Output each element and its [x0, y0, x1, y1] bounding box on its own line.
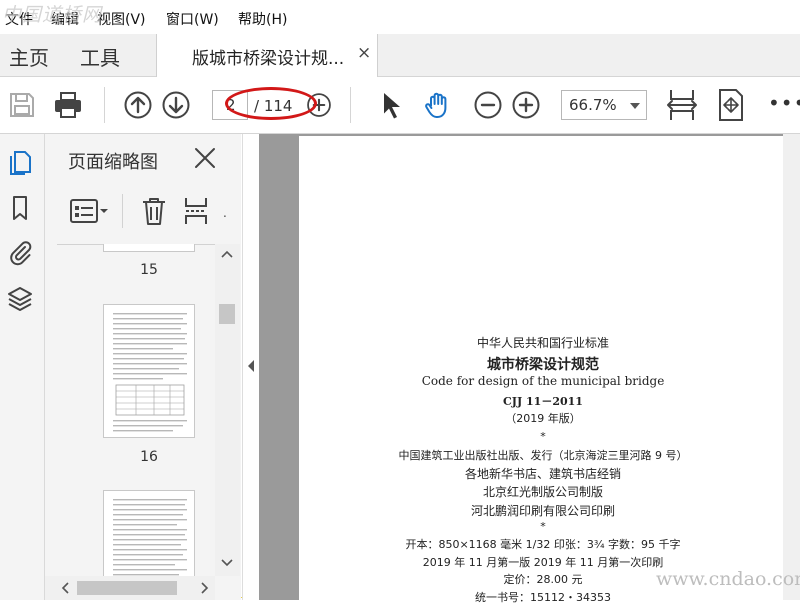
doc-line: 中国建筑工业出版社出版、发行（北京海淀三里河路 9 号）	[398, 449, 688, 462]
page-down-icon[interactable]	[160, 89, 192, 121]
attachment-icon[interactable]	[6, 238, 34, 266]
watermark-top: 中国道桥网	[2, 4, 103, 26]
panel-toolbar: .	[45, 186, 241, 238]
save-icon[interactable]	[6, 89, 38, 121]
bookmark-icon[interactable]	[6, 194, 34, 222]
panel-collapse-strip[interactable]	[242, 134, 260, 600]
doc-line: Code for design of the municipal bridge	[421, 374, 665, 388]
doc-line: 统一书号：15112・34353	[475, 591, 611, 604]
layers-icon[interactable]	[6, 284, 34, 312]
print-icon[interactable]	[52, 89, 84, 121]
page-thumbnails-icon[interactable]	[6, 148, 34, 176]
delete-page-icon[interactable]	[141, 196, 167, 226]
thumbnail-list: 15 16	[45, 244, 215, 576]
doc-line: 开本：850×1168 毫米 1/32 印张：3¾ 字数：95 千字	[405, 538, 681, 551]
rotate-view-icon[interactable]	[716, 88, 746, 122]
zoom-in-icon[interactable]	[510, 89, 542, 121]
hand-tool-icon[interactable]	[422, 89, 454, 121]
toolbar: 2 / 114 66.7% •••	[0, 77, 800, 134]
scroll-thumb[interactable]	[77, 581, 177, 595]
thumbnail-label-16: 16	[140, 449, 158, 465]
menu-view[interactable]: 视图(V)	[97, 9, 146, 29]
tab-document[interactable]: 版城市桥梁设计规... ×	[156, 34, 378, 77]
tab-bar: 主页 工具 版城市桥梁设计规... ×	[0, 34, 800, 101]
thumbnail-page-16[interactable]	[103, 304, 195, 438]
doc-line: 河北鹏润印刷有限公司印刷	[470, 504, 615, 518]
left-rail	[0, 134, 45, 600]
toolbar-divider	[350, 87, 351, 123]
scroll-up-icon[interactable]	[221, 250, 233, 258]
tab-document-title: 版城市桥梁设计规...	[192, 49, 345, 69]
thumbnail-vertical-scrollbar[interactable]	[215, 244, 240, 576]
more-dot-icon[interactable]: .	[223, 206, 227, 220]
scroll-thumb[interactable]	[219, 304, 235, 324]
panel-divider	[122, 194, 123, 228]
doc-line: 各地新华书店、建筑书店经销	[464, 467, 621, 481]
doc-line: （2019 年版）	[505, 412, 581, 425]
thumbnail-label-15: 15	[140, 262, 158, 278]
close-icon[interactable]	[193, 146, 217, 170]
chevron-down-icon	[630, 103, 640, 109]
tab-home[interactable]: 主页	[9, 42, 49, 71]
tab-close-button[interactable]: ×	[357, 43, 371, 63]
document-view[interactable]: 中华人民共和国行业标准 城市桥梁设计规范 Code for design of …	[259, 134, 800, 606]
fit-width-icon[interactable]	[665, 87, 699, 123]
doc-line: *	[540, 430, 546, 443]
thumbnail-options-icon[interactable]	[70, 198, 110, 224]
insert-page-icon[interactable]	[183, 196, 209, 226]
page-up-icon[interactable]	[122, 89, 154, 121]
collapse-arrow-icon[interactable]	[247, 360, 255, 372]
select-cursor-icon[interactable]	[376, 89, 408, 121]
menu-help[interactable]: 帮助(H)	[238, 9, 287, 29]
thumbnail-page-17[interactable]	[103, 490, 195, 576]
document-vertical-scrollbar[interactable]	[783, 134, 800, 600]
document-page: 中华人民共和国行业标准 城市桥梁设计规范 Code for design of …	[299, 136, 787, 606]
watermark-bottom: www.cndao.com	[656, 568, 800, 590]
zoom-select[interactable]: 66.7%	[561, 90, 647, 120]
doc-line: 城市桥梁设计规范	[487, 357, 599, 373]
panel-title: 页面缩略图	[68, 152, 158, 173]
doc-line: 中华人民共和国行业标准	[476, 336, 609, 350]
thumbnail-horizontal-scrollbar[interactable]	[45, 576, 215, 600]
doc-line: *	[540, 520, 546, 533]
thumbnail-page-15[interactable]	[103, 244, 195, 252]
scroll-down-icon[interactable]	[221, 559, 233, 567]
annotation-ellipse	[225, 87, 317, 120]
menu-bar: 文件 编辑 视图(V) 窗口(W) 帮助(H) 中国道桥网	[0, 0, 800, 34]
zoom-value: 66.7%	[569, 96, 617, 114]
doc-line: CJJ 11－2011	[503, 395, 583, 408]
menu-window[interactable]: 窗口(W)	[166, 9, 219, 29]
thumbnail-content	[113, 313, 187, 432]
tab-tools[interactable]: 工具	[80, 42, 120, 71]
toolbar-divider	[104, 87, 105, 123]
scroll-left-icon[interactable]	[61, 582, 69, 594]
scroll-right-icon[interactable]	[201, 582, 209, 594]
doc-line: 北京红光制版公司制版	[482, 485, 603, 499]
thumbnail-content	[113, 499, 187, 576]
zoom-out-icon[interactable]	[472, 89, 504, 121]
